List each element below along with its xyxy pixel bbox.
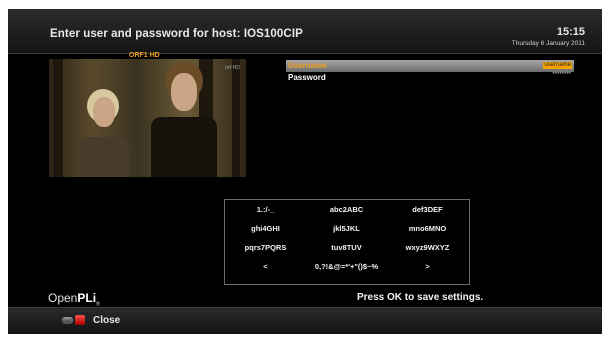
- virtual-keypad: 1.:/-_ abc2ABC def3DEF ghi4GHI jkl5JKL m…: [224, 199, 470, 285]
- password-label: Password: [288, 73, 326, 82]
- video-tree: [232, 59, 240, 177]
- brand-prefix: Open: [48, 291, 78, 305]
- red-button-icon[interactable]: [75, 315, 85, 325]
- key-8[interactable]: tuv8TUV: [306, 243, 387, 252]
- key-0[interactable]: 0,?!&@=*'+"()$~%: [306, 262, 387, 271]
- key-4[interactable]: ghi4GHI: [225, 224, 306, 233]
- key-5[interactable]: jkl5JKL: [306, 224, 387, 233]
- key-9[interactable]: wxyz9WXYZ: [387, 243, 468, 252]
- header-bar: Enter user and password for host: IOS100…: [8, 9, 602, 54]
- footer-bar: EXIT Close: [8, 307, 602, 334]
- close-button[interactable]: Close: [93, 315, 120, 326]
- password-field[interactable]: Password ********: [286, 72, 574, 84]
- channel-name: ORF1 HD: [129, 52, 160, 59]
- video-figure: [93, 97, 115, 127]
- username-field[interactable]: Username username: [286, 60, 574, 72]
- openpli-logo: OpenPLi®: [48, 291, 100, 307]
- channel-logo: orf·HD: [225, 65, 240, 71]
- hint-text: Press OK to save settings.: [357, 292, 484, 303]
- video-preview: orf·HD: [49, 59, 246, 177]
- password-value: ********: [552, 72, 571, 78]
- key-7[interactable]: pqrs7PQRS: [225, 243, 306, 252]
- clock: 15:15: [556, 26, 585, 38]
- key-2[interactable]: abc2ABC: [306, 205, 387, 214]
- key-left[interactable]: <: [225, 262, 306, 271]
- video-figure: [79, 137, 129, 177]
- login-form: Username username Password ********: [286, 60, 574, 84]
- date-label: Thursday 6 January 2011: [511, 40, 585, 47]
- video-figure: [151, 117, 217, 177]
- key-6[interactable]: mno6MNO: [387, 224, 468, 233]
- exit-key-icon: EXIT: [62, 317, 73, 324]
- video-tree: [53, 59, 63, 177]
- video-figure: [171, 73, 197, 111]
- username-value: username: [543, 62, 572, 69]
- username-label: Username: [288, 61, 327, 70]
- key-1[interactable]: 1.:/-_: [225, 205, 306, 214]
- tv-screen: Enter user and password for host: IOS100…: [8, 9, 602, 334]
- brand-suffix: PLi: [77, 291, 97, 305]
- page-title: Enter user and password for host: IOS100…: [50, 28, 303, 40]
- key-3[interactable]: def3DEF: [387, 205, 468, 214]
- key-right[interactable]: >: [387, 262, 468, 271]
